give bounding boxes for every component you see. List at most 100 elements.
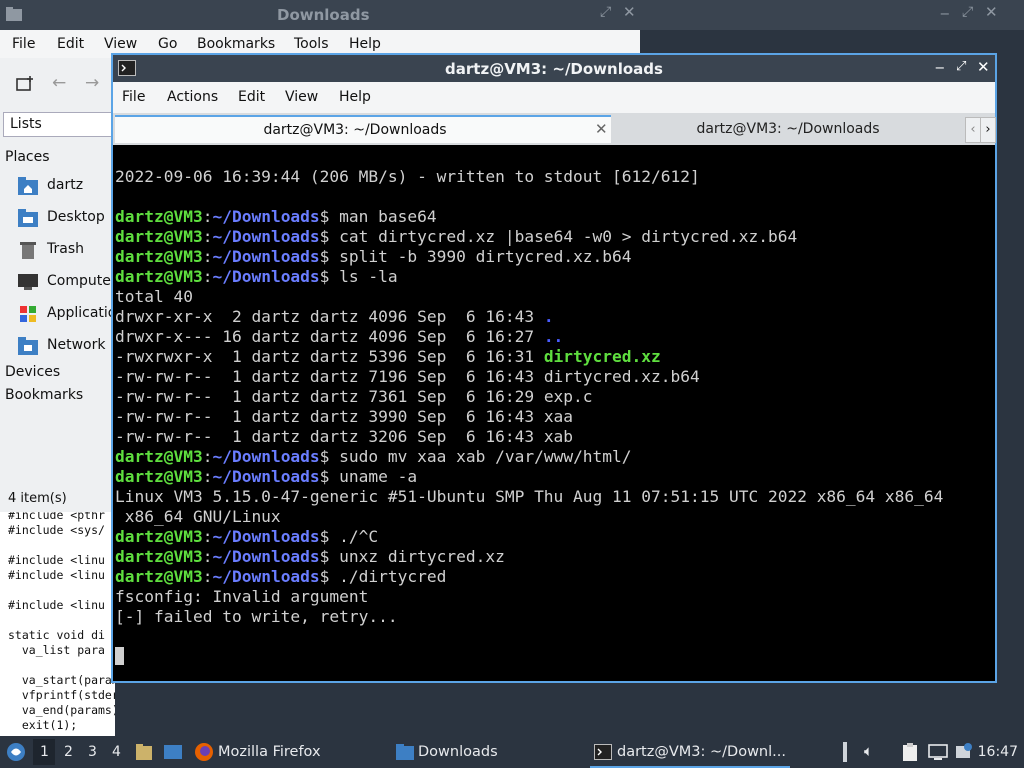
code-line: va_start(params, fmt); [21,673,115,687]
update-notifier-icon[interactable] [955,742,973,760]
term-menu-file[interactable]: File [122,89,145,105]
sidebar-item-label: Trash [47,241,84,257]
places-heading[interactable]: Places [5,149,50,165]
devices-heading[interactable]: Devices [5,364,60,380]
tab-scroll-left-icon[interactable]: ‹ [965,117,981,143]
terminal-line: dartz@VM3:~/Downloads$ ls -la [115,267,398,287]
terminal-line: x86_64 GNU/Linux [115,507,281,527]
terminal-output[interactable]: 2022-09-06 16:39:44 (206 MB/s) - written… [113,145,995,681]
fm-menu-help[interactable]: Help [349,36,381,52]
code-line: static void di [8,628,105,642]
terminal-cursor [115,647,124,665]
tab-label: dartz@VM3: ~/Downloads [263,122,447,138]
sidebar-item-label: dartz [47,177,84,193]
back-icon[interactable]: ← [52,73,66,93]
terminal-line: -rw-rw-r-- 1 dartz dartz 7196 Sep 6 16:4… [115,367,700,387]
applications-icon [20,306,36,322]
workspace-1[interactable]: 1 [40,744,49,760]
term-menu-view[interactable]: View [285,89,318,105]
prompt-path: ~/Downloads [212,227,320,246]
output-text: fsconfig: Invalid argument [115,587,369,606]
workspace-2[interactable]: 2 [64,744,73,760]
ls-entry-name: . [543,307,554,326]
command-text: man base64 [329,207,437,226]
tab-scroll-right-icon[interactable]: › [980,117,996,143]
fm-menu-go[interactable]: Go [158,36,177,52]
prompt-separator: : [202,267,213,286]
terminal-titlebar[interactable]: dartz@VM3: ~/Downloads ‒ ⤢ ✕ [113,55,995,82]
new-tab-icon[interactable] [16,75,34,93]
tab-active[interactable]: dartz@VM3: ~/Downloads ✕ [115,115,611,143]
tab-second[interactable]: dartz@VM3: ~/Downloads [613,115,963,143]
terminal-restore-icon[interactable]: ⤢ [956,59,966,74]
prompt-end: $ [319,567,330,586]
workspace-3[interactable]: 3 [88,744,97,760]
close-icon[interactable]: ✕ [985,3,998,21]
prompt-separator: : [202,447,213,466]
show-desktop-icon[interactable] [163,743,183,761]
bookmarks-heading[interactable]: Bookmarks [5,387,83,403]
command-text: ./dirtycred [329,567,447,586]
prompt-separator: : [202,467,213,486]
prompt-separator: : [202,567,213,586]
fm-menu-file[interactable]: File [12,36,35,52]
command-text: ./^C [329,527,379,546]
terminal-line: drwxr-xr-x 2 dartz dartz 4096 Sep 6 16:4… [115,307,554,327]
fm-menu-tools[interactable]: Tools [294,36,329,52]
command-text: unxz dirtycred.xz [329,547,505,566]
fm-close-icon[interactable]: ✕ [623,3,636,21]
restore-icon[interactable]: ⤢ [962,4,973,20]
prompt-separator: : [202,207,213,226]
task-terminal[interactable]: dartz@VM3: ~/Downl... [590,738,790,768]
prompt-end: $ [319,267,330,286]
terminal-line: 2022-09-06 16:39:44 (206 MB/s) - written… [115,167,700,187]
prompt-path: ~/Downloads [212,547,320,566]
prompt-user: dartz@VM3 [115,267,203,286]
code-line: vfprintf(stderr, fmt, params); [21,688,115,702]
term-menu-help[interactable]: Help [339,89,371,105]
fm-menu-edit[interactable]: Edit [57,36,84,52]
workspace-4[interactable]: 4 [112,744,121,760]
task-firefox[interactable]: Mozilla Firefox [192,738,382,766]
command-text: sudo mv xaa xab /var/www/html/ [329,447,632,466]
terminal-line: dartz@VM3:~/Downloads$ cat dirtycred.xz … [115,227,797,247]
prompt-user: dartz@VM3 [115,567,203,586]
prompt-end: $ [319,467,330,486]
prompt-user: dartz@VM3 [115,527,203,546]
term-menu-actions[interactable]: Actions [167,89,218,105]
sidebar-mode-select[interactable]: Lists [3,112,115,137]
prompt-end: $ [319,207,330,226]
volume-icon[interactable]: 🔈︎ [864,742,873,760]
term-menu-edit[interactable]: Edit [238,89,265,105]
terminal-line: dartz@VM3:~/Downloads$ unxz dirtycred.xz [115,547,505,567]
fm-menu-bookmarks[interactable]: Bookmarks [197,36,275,52]
tab-close-icon[interactable]: ✕ [595,120,608,138]
ls-entry-meta: drwxr-xr-x 2 dartz dartz 4096 Sep 6 16:4… [115,307,544,326]
fm-menu-view[interactable]: View [104,36,137,52]
forward-icon[interactable]: → [85,73,99,93]
file-manager-titlebar[interactable]: Downloads ‒ ⤢ ✕ ⤢ ✕ [0,0,1024,30]
terminal-line: -rw-rw-r-- 1 dartz dartz 3206 Sep 6 16:4… [115,427,573,447]
terminal-line: dartz@VM3:~/Downloads$ man base64 [115,207,437,227]
clipboard-icon[interactable] [901,742,919,762]
file-manager-launcher-icon[interactable] [135,743,153,761]
command-text: split -b 3990 dirtycred.xz.b64 [329,247,632,266]
prompt-path: ~/Downloads [212,247,320,266]
start-menu-icon[interactable] [6,742,26,762]
fm-restore-icon[interactable]: ⤢ [600,4,611,20]
firefox-icon [195,743,213,761]
volume-slider-icon[interactable] [838,742,852,762]
task-downloads[interactable]: Downloads [393,738,583,766]
ls-entry-meta: -rwxrwxr-x 1 dartz dartz 5396 Sep 6 16:3… [115,347,544,366]
prompt-path: ~/Downloads [212,567,320,586]
prompt-separator: : [202,227,213,246]
tab-label: dartz@VM3: ~/Downloads [696,121,880,137]
terminal-minimize-icon[interactable]: ‒ [935,58,945,76]
minimize-icon[interactable]: ‒ [940,4,950,22]
network-status-icon[interactable] [928,743,948,761]
ls-entry-meta: -rw-rw-r-- 1 dartz dartz 3990 Sep 6 16:4… [115,407,544,426]
terminal-menubar: File Actions Edit View Help [113,82,995,113]
terminal-close-icon[interactable]: ✕ [977,58,990,76]
prompt-separator: : [202,547,213,566]
